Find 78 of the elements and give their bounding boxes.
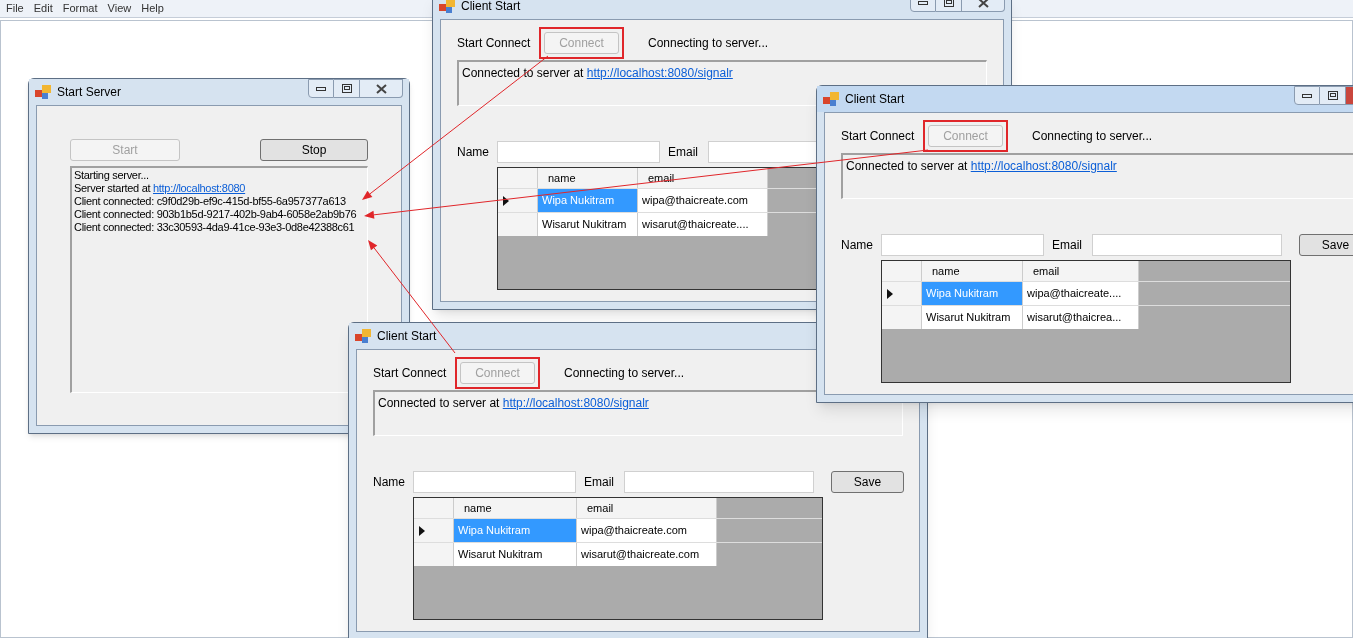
minimize-button[interactable] [308, 79, 334, 98]
log-line: Connected to server at http://localhost:8080/signalr [462, 65, 734, 82]
email-field[interactable] [1092, 234, 1282, 256]
status-text: Connecting to server... [1032, 128, 1153, 145]
table-cell[interactable]: wisarut@thaicreate.com [577, 543, 717, 566]
link[interactable]: http://localhost:8080 [153, 182, 246, 194]
maximize-button[interactable] [334, 79, 360, 98]
app-icon [823, 92, 839, 106]
window-title: Client Start [461, 0, 522, 15]
close-button[interactable] [360, 79, 403, 98]
minimize-icon [316, 86, 326, 91]
table-cell[interactable]: Wisarut Nukitram [454, 543, 577, 566]
log-line: Connected to server at http://localhost:8080/signalr [846, 158, 1118, 175]
minimize-button[interactable] [1294, 86, 1320, 105]
status-text: Connecting to server... [564, 365, 685, 382]
start-connect-label: Start Connect [457, 35, 532, 52]
column-header[interactable]: name [922, 261, 1023, 281]
menu-item[interactable]: Edit [33, 0, 53, 17]
row-header[interactable] [882, 282, 922, 305]
status-text: Connecting to server... [648, 35, 769, 52]
row-header[interactable] [414, 519, 454, 542]
grid-corner [414, 498, 454, 518]
row-header[interactable] [498, 189, 538, 212]
app-icon [439, 0, 455, 13]
name-label: Name [841, 237, 874, 254]
table-cell[interactable]: Wisarut Nukitram [922, 306, 1023, 329]
name-label: Name [373, 474, 406, 491]
log-line: Client connected: c9f0d29b-ef9c-415d-bf55-6a957377a613 [74, 195, 347, 208]
window-title: Client Start [845, 91, 906, 108]
column-header[interactable]: email [1023, 261, 1139, 281]
log-line: Client connected: 903b1b5d-9217-402b-9ab4-6058e2ab9b76 [74, 208, 358, 221]
column-header[interactable]: name [454, 498, 577, 518]
name-field[interactable] [881, 234, 1044, 256]
column-header[interactable]: email [577, 498, 717, 518]
minimize-icon [1302, 93, 1312, 98]
app-icon [35, 85, 51, 99]
close-icon [977, 0, 989, 8]
table-cell[interactable]: wipa@thaicreate.com [577, 519, 717, 542]
log-line: Client connected: 33c30593-4da9-41ce-93e3-0d8e42388c61 [74, 221, 356, 234]
menu-item[interactable]: View [107, 0, 132, 17]
grid-corner [498, 168, 538, 188]
column-header[interactable]: name [538, 168, 638, 188]
maximize-button[interactable] [1320, 86, 1346, 105]
table-cell[interactable]: wipa@thaicreate.... [1023, 282, 1139, 305]
name-field[interactable] [497, 141, 660, 163]
button[interactable]: Save [1299, 234, 1353, 256]
menu-item[interactable]: Help [141, 0, 164, 17]
name-label: Name [457, 144, 490, 161]
menu-item[interactable]: File [6, 0, 24, 17]
email-field[interactable] [624, 471, 814, 493]
email-label: Email [584, 474, 615, 491]
menu-item[interactable]: Format [62, 0, 98, 17]
column-header[interactable]: email [638, 168, 768, 188]
log-line: Server started at http://localhost:8080 [74, 182, 247, 195]
link[interactable]: http://localhost:8080/signalr [586, 66, 733, 80]
table-cell[interactable]: wipa@thaicreate.com [638, 189, 768, 212]
email-label: Email [1052, 237, 1083, 254]
app-icon [355, 329, 371, 343]
button[interactable]: Stop [260, 139, 368, 161]
log-line: Starting server... [74, 169, 150, 182]
maximize-icon [341, 84, 352, 93]
name-field[interactable] [413, 471, 576, 493]
grid-corner [882, 261, 922, 281]
link[interactable]: http://localhost:8080/signalr [502, 396, 649, 410]
maximize-icon [1327, 91, 1338, 100]
email-label: Email [668, 144, 699, 161]
minimize-icon [918, 0, 928, 5]
window-title: Start Server [57, 84, 123, 101]
link[interactable]: http://localhost:8080/signalr [970, 159, 1117, 173]
table-cell[interactable]: wisarut@thaicreate.... [638, 213, 768, 236]
table-cell[interactable]: wisarut@thaicrea... [1023, 306, 1139, 329]
button[interactable]: Save [831, 471, 904, 493]
start-connect-label: Start Connect [373, 365, 448, 382]
window-title: Client Start [377, 328, 438, 345]
maximize-icon [943, 0, 954, 7]
close-icon [375, 83, 387, 94]
start-connect-label: Start Connect [841, 128, 916, 145]
table-cell[interactable]: Wisarut Nukitram [538, 213, 638, 236]
